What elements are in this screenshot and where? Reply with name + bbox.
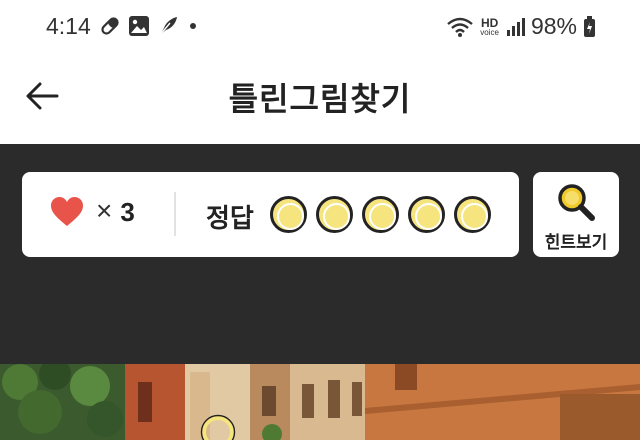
lives-count: 3 [120,196,135,227]
page-title: 틀린그림찾기 [228,81,412,117]
battery-percentage: 98% [530,13,577,39]
pill-icon [101,17,119,35]
voice-label: voice [480,27,499,37]
battery-icon [584,15,595,37]
hd-label: HD [480,15,499,30]
answer-circle-4 [408,196,445,233]
lives-indicator: × 3 [50,195,135,228]
street-scene-image[interactable] [0,364,640,440]
gallery-icon [129,16,149,36]
hd-voice-indicator: HD voice [480,17,499,37]
answer-circle-1 [270,196,307,233]
hint-label: 힌트보기 [544,233,608,252]
times-symbol: × [96,195,113,226]
answer-circle-2 [316,196,353,233]
puzzle-image[interactable] [0,364,640,440]
status-bar: 4:14 HD voice 98% [0,0,640,56]
feather-icon [159,17,177,36]
notification-dot [190,23,196,29]
hint-button[interactable]: 힌트보기 [533,172,619,257]
wifi-icon [447,17,474,37]
signal-icon [506,17,525,36]
status-system: HD voice 98% [446,13,596,40]
heart-icon [51,197,83,226]
game-area: × 3 정답 힌트보기 [0,144,640,364]
answer-label: 정답 [206,203,254,233]
answer-circle-3 [362,196,399,233]
app-header: 틀린그림찾기 [0,56,640,144]
magnifier-icon [558,184,595,221]
game-status-card: × 3 정답 [22,172,519,257]
divider [174,192,176,236]
status-time: 4:14 [46,13,91,39]
status-notifications [98,14,196,38]
answer-circles [270,196,491,233]
answer-circle-5 [454,196,491,233]
